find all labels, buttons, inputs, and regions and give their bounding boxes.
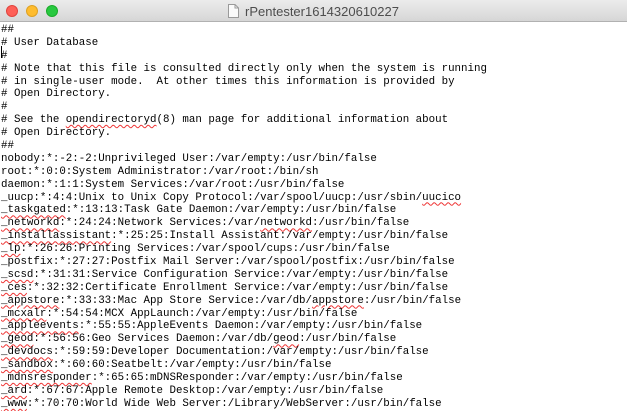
text-line[interactable]: # in single-user mode. At other times th… xyxy=(1,76,627,89)
spellcheck-word[interactable]: _lp xyxy=(1,243,20,255)
text-cursor xyxy=(1,46,2,58)
window-title-group: rPentester1614320610227 xyxy=(0,0,627,22)
text-line[interactable]: # User Database xyxy=(1,37,627,50)
spellcheck-word[interactable]: _scsd xyxy=(1,269,33,281)
text-line[interactable]: _mcxalr:*:54:54:MCX AppLaunch:/var/empty… xyxy=(1,308,627,321)
text-line[interactable]: # See the opendirectoryd(8) man page for… xyxy=(1,114,627,127)
text-line[interactable]: ## xyxy=(1,140,627,153)
spellcheck-word[interactable]: _appleevents xyxy=(1,320,79,332)
spellcheck-word[interactable]: _sandbox xyxy=(1,359,53,371)
text-line[interactable]: _taskgated:*:13:13:Task Gate Daemon:/var… xyxy=(1,204,627,217)
document-text[interactable]: ## # User Database # # Note that this file … xyxy=(0,22,627,411)
text-line[interactable]: # xyxy=(1,101,627,114)
text-line[interactable]: _installassistant:*:25:25:Install Assist… xyxy=(1,230,627,243)
text-line[interactable]: # xyxy=(1,50,627,63)
text-line[interactable]: daemon:*:1:1:System Services:/var/root:/… xyxy=(1,179,627,192)
text-line[interactable]: _sandbox:*:60:60:Seatbelt:/var/empty:/us… xyxy=(1,359,627,372)
text-editor-window: rPentester1614320610227 ## # User Databas… xyxy=(0,0,627,411)
text-line[interactable]: # Open Directory. xyxy=(1,127,627,140)
spellcheck-word[interactable]: _mdnsresponder xyxy=(1,372,92,384)
text-line[interactable]: _uucp:*:4:4:Unix to Unix Copy Protocol:/… xyxy=(1,192,627,205)
text-editor-area[interactable]: ## # User Database # # Note that this file … xyxy=(0,22,627,411)
spellcheck-word[interactable]: _www xyxy=(1,398,27,410)
text-line[interactable]: _www:*:70:70:World Wide Web Server:/Libr… xyxy=(1,398,627,411)
spellcheck-word[interactable]: opendirectoryd xyxy=(66,114,157,126)
spellcheck-word[interactable]: appstore xyxy=(312,295,364,307)
text-line[interactable]: _postfix:*:27:27:Postfix Mail Server:/va… xyxy=(1,256,627,269)
text-line[interactable]: _networkd:*:24:24:Network Services:/var/… xyxy=(1,217,627,230)
zoom-icon[interactable] xyxy=(46,5,58,17)
spellcheck-word[interactable]: _ces xyxy=(1,282,27,294)
minimize-icon[interactable] xyxy=(26,5,38,17)
text-line[interactable]: ## xyxy=(1,24,627,37)
text-line[interactable]: # Open Directory. xyxy=(1,88,627,101)
text-line[interactable]: _scsd:*:31:31:Service Configuration Serv… xyxy=(1,269,627,282)
text-line[interactable]: _ces:*:32:32:Certificate Enrollment Serv… xyxy=(1,282,627,295)
spellcheck-word[interactable]: networkd xyxy=(260,217,312,229)
spellcheck-word[interactable]: _networkd xyxy=(1,217,59,229)
text-line[interactable]: _appleevents:*:55:55:AppleEvents Daemon:… xyxy=(1,320,627,333)
text-line[interactable]: root:*:0:0:System Administrator:/var/roo… xyxy=(1,166,627,179)
title-bar[interactable]: rPentester1614320610227 xyxy=(0,0,627,22)
text-line[interactable]: _ard:*:67:67:Apple Remote Desktop:/var/e… xyxy=(1,385,627,398)
spellcheck-word[interactable]: _geod xyxy=(1,333,33,345)
spellcheck-word[interactable]: _devdocs xyxy=(1,346,53,358)
spellcheck-word[interactable]: _appstore xyxy=(1,295,59,307)
text-line[interactable]: _lp:*:26:26:Printing Services:/var/spool… xyxy=(1,243,627,256)
spellcheck-word[interactable]: uucico xyxy=(422,192,461,204)
text-line[interactable]: _mdnsresponder:*:65:65:mDNSResponder:/va… xyxy=(1,372,627,385)
spellcheck-word[interactable]: geod xyxy=(273,333,299,345)
text-line[interactable]: nobody:*:-2:-2:Unprivileged User:/var/em… xyxy=(1,153,627,166)
window-title: rPentester1614320610227 xyxy=(245,3,399,19)
document-icon[interactable] xyxy=(228,4,240,18)
text-line[interactable]: # Note that this file is consulted direc… xyxy=(1,63,627,76)
text-line[interactable]: _devdocs:*:59:59:Developer Documentation… xyxy=(1,346,627,359)
close-icon[interactable] xyxy=(6,5,18,17)
spellcheck-word[interactable]: _ard xyxy=(1,385,27,397)
spellcheck-word[interactable]: _installassistant xyxy=(1,230,111,242)
text-line[interactable]: _appstore:*:33:33:Mac App Store Service:… xyxy=(1,295,627,308)
text-line[interactable]: _geod:*:56:56:Geo Services Daemon:/var/d… xyxy=(1,333,627,346)
spellcheck-word[interactable]: _taskgated xyxy=(1,204,66,216)
spellcheck-word[interactable]: _mcxalr xyxy=(1,308,46,320)
